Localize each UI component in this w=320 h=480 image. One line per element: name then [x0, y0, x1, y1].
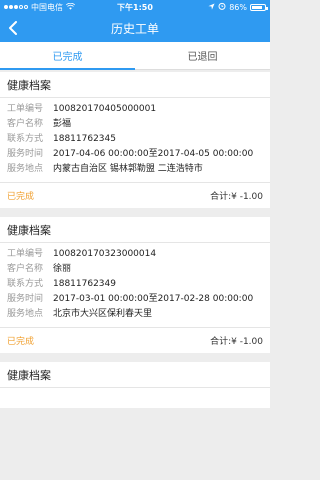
chevron-left-icon	[9, 21, 17, 35]
page-title: 历史工单	[110, 21, 159, 36]
contact-value: 18811762349	[53, 279, 116, 289]
order-details: 工单编号 100820170405000001 客户名称 彭福 联系方式 188…	[0, 98, 270, 182]
status-right: 86%	[208, 2, 268, 12]
service-time-value: 2017-03-01 00:00:00至2017-02-28 00:00:00	[53, 294, 254, 304]
alarm-icon	[218, 2, 226, 12]
location-label: 服务地点	[7, 164, 44, 174]
customer-label: 客户名称	[7, 119, 44, 129]
contact-row: 联系方式 18811762349	[7, 278, 263, 290]
carrier-label: 中国电信	[31, 2, 63, 12]
tab-bar: 已完成 已退回	[0, 42, 270, 70]
total-label: 合计:	[210, 192, 232, 202]
status-badge: 已完成	[7, 337, 35, 347]
contact-value: 18811762345	[53, 134, 116, 144]
location-row: 服务地点 北京市大兴区保利春天里	[7, 308, 263, 320]
total-label: 合计:	[210, 337, 232, 347]
location-arrow-icon	[208, 2, 215, 12]
tab-returned[interactable]: 已退回	[135, 42, 270, 69]
location-value: 北京市大兴区保利春天里	[53, 309, 153, 319]
order-total: 合计:¥ -1.00	[210, 334, 263, 347]
order-category: 健康档案	[0, 72, 270, 98]
order-card[interactable]: 健康档案 工单编号 100820170323000014 客户名称 徐丽 联系方…	[0, 217, 270, 353]
location-value: 内蒙古自治区 锡林郭勒盟 二连浩特市	[53, 164, 203, 174]
order-card[interactable]: 健康档案 工单编号 100820170405000001 客户名称 彭福 联系方…	[0, 72, 270, 208]
contact-label: 联系方式	[7, 134, 44, 144]
status-bar: 中国电信 下午1:50 86%	[0, 0, 270, 14]
service-time-value: 2017-04-06 00:00:00至2017-04-05 00:00:00	[53, 149, 254, 159]
order-number-row: 工单编号 100820170323000014	[7, 248, 263, 260]
service-time-label: 服务时间	[7, 149, 44, 159]
contact-label: 联系方式	[7, 279, 44, 289]
order-category: 健康档案	[0, 217, 270, 243]
signal-icon	[4, 5, 28, 9]
status-left: 中国电信	[4, 2, 76, 13]
order-footer: 已完成 合计:¥ -1.00	[0, 327, 270, 353]
wifi-icon	[65, 2, 76, 12]
order-details: 工单编号 100820170323000014 客户名称 徐丽 联系方式 188…	[0, 243, 270, 327]
order-card[interactable]: 健康档案	[0, 362, 270, 408]
back-button[interactable]	[8, 14, 28, 42]
customer-row: 客户名称 徐丽	[7, 263, 263, 275]
battery-percent: 86%	[229, 2, 247, 12]
total-value: ¥ -1.00	[231, 337, 263, 347]
battery-icon	[250, 3, 268, 11]
order-number-row: 工单编号 100820170405000001	[7, 103, 263, 115]
tab-active-indicator	[0, 68, 135, 70]
location-row: 服务地点 内蒙古自治区 锡林郭勒盟 二连浩特市	[7, 163, 263, 175]
tab-completed[interactable]: 已完成	[0, 42, 135, 69]
order-number-value: 100820170323000014	[53, 249, 157, 259]
customer-label: 客户名称	[7, 264, 44, 274]
total-value: ¥ -1.00	[231, 192, 263, 202]
navigation-bar: 历史工单	[0, 14, 270, 42]
customer-row: 客户名称 彭福	[7, 118, 263, 130]
order-category: 健康档案	[0, 362, 270, 388]
order-number-label: 工单编号	[7, 104, 44, 114]
order-footer: 已完成 合计:¥ -1.00	[0, 182, 270, 208]
order-number-value: 100820170405000001	[53, 104, 157, 114]
service-time-row: 服务时间 2017-03-01 00:00:00至2017-02-28 00:0…	[7, 293, 263, 305]
service-time-row: 服务时间 2017-04-06 00:00:00至2017-04-05 00:0…	[7, 148, 263, 160]
customer-value: 彭福	[53, 119, 72, 129]
status-badge: 已完成	[7, 192, 35, 202]
order-number-label: 工单编号	[7, 249, 44, 259]
service-time-label: 服务时间	[7, 294, 44, 304]
contact-row: 联系方式 18811762345	[7, 133, 263, 145]
location-label: 服务地点	[7, 309, 44, 319]
order-list: 健康档案 工单编号 100820170405000001 客户名称 彭福 联系方…	[0, 72, 270, 417]
customer-value: 徐丽	[53, 264, 72, 274]
order-total: 合计:¥ -1.00	[210, 189, 263, 202]
